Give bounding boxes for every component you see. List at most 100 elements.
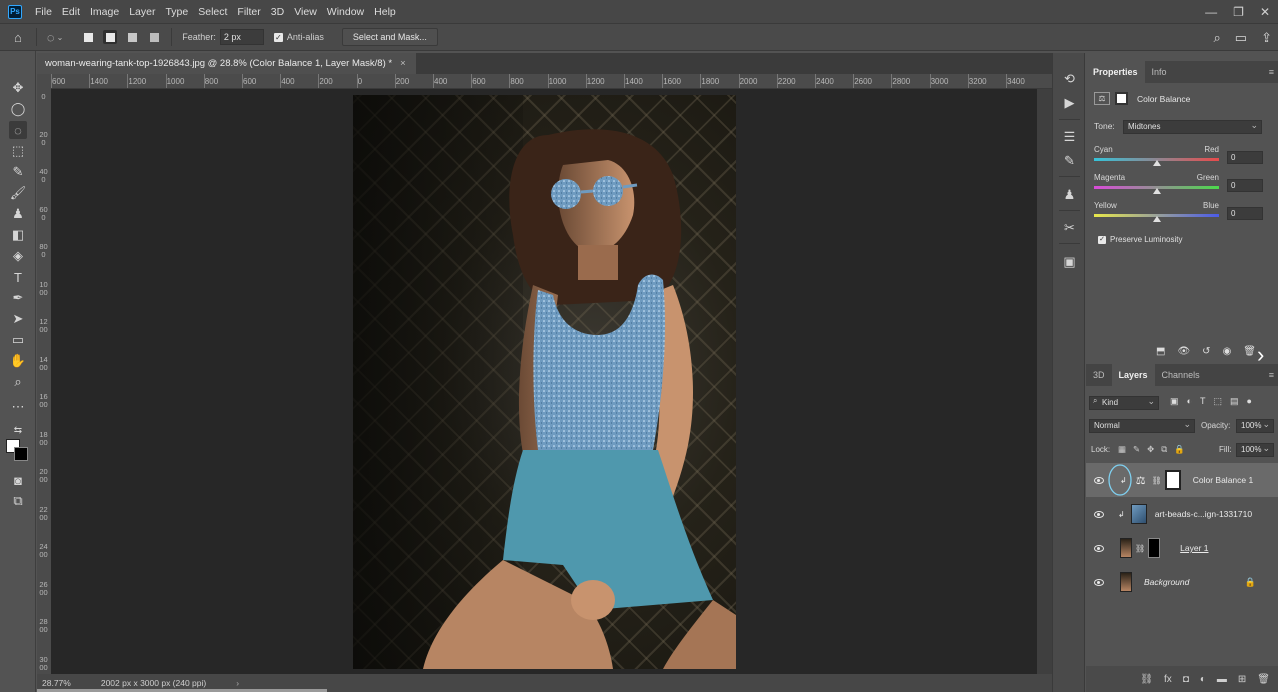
new-group-icon[interactable]: ▬ — [1217, 674, 1227, 685]
eyedropper-tool-icon[interactable]: ✎ — [9, 163, 27, 181]
layer-thumbnail[interactable] — [1130, 504, 1147, 524]
libraries-panel-icon[interactable]: ▣ — [1061, 253, 1078, 270]
layer-name[interactable]: art-beads-c...ign-1331710 — [1155, 509, 1252, 519]
workspace-icon[interactable]: ▭ — [1235, 30, 1247, 46]
adjustment-filter-icon[interactable]: ◐ — [1187, 396, 1192, 407]
intersect-selection-button[interactable] — [147, 30, 161, 44]
cyan-red-slider[interactable]: Cyan Red 0 — [1094, 145, 1272, 173]
yellow-blue-slider[interactable]: Yellow Blue 0 — [1094, 201, 1272, 229]
object-selection-tool-icon[interactable]: ⬚ — [9, 142, 27, 160]
delete-layer-icon[interactable]: 🗑 — [1257, 674, 1270, 685]
chevron-right-icon[interactable]: › — [1257, 344, 1264, 366]
menu-image[interactable]: Image — [85, 6, 124, 18]
chevron-right-icon[interactable]: › — [236, 678, 239, 688]
layer-thumbnail[interactable] — [1120, 538, 1132, 558]
layer-filter-dropdown[interactable]: Kind — [1089, 395, 1159, 410]
clone-source-panel-icon[interactable]: ♟ — [1061, 186, 1078, 203]
lock-all-icon[interactable]: 🔒 — [1174, 444, 1185, 455]
clip-to-layer-icon[interactable]: ⬒ — [1156, 346, 1165, 357]
menu-filter[interactable]: Filter — [232, 6, 265, 18]
restore-button[interactable]: ❐ — [1233, 5, 1244, 19]
layer-row-color-balance[interactable]: ↲ ⚖ ⛓ Color Balance 1 — [1086, 463, 1278, 497]
brushes-panel-icon[interactable]: ✎ — [1061, 152, 1078, 169]
document-info[interactable]: 2002 px x 3000 px (240 ppi) — [101, 678, 206, 688]
link-layers-icon[interactable]: ⛓ — [1140, 674, 1153, 685]
fill-input[interactable]: 100% — [1236, 442, 1274, 457]
eraser-tool-icon[interactable]: ◧ — [9, 226, 27, 244]
screen-mode-icon[interactable]: ⧉ — [9, 492, 27, 510]
panel-menu-icon[interactable]: ≡ — [1269, 370, 1274, 380]
canvas-area[interactable] — [51, 89, 1037, 674]
hand-tool-icon[interactable]: ✋ — [9, 352, 27, 370]
slider-value-input[interactable]: 0 — [1227, 151, 1263, 164]
layer-name[interactable]: Layer 1 — [1180, 543, 1208, 553]
add-mask-icon[interactable]: ◘ — [1183, 674, 1189, 685]
more-tools-icon[interactable]: ⋯ — [9, 398, 27, 416]
type-filter-icon[interactable]: T — [1200, 396, 1206, 407]
menu-layer[interactable]: Layer — [124, 6, 160, 18]
lasso-tool-icon[interactable]: ◌ — [9, 121, 27, 139]
tool-presets-panel-icon[interactable]: ✂ — [1061, 219, 1078, 236]
new-adjustment-icon[interactable]: ◐ — [1200, 674, 1206, 685]
menu-type[interactable]: Type — [160, 6, 193, 18]
link-icon[interactable]: ⛓ — [1152, 476, 1162, 485]
layer-row-background[interactable]: Background 🔒 — [1086, 565, 1278, 599]
filter-toggle-icon[interactable]: ● — [1246, 396, 1251, 407]
lock-position-icon[interactable]: ✥ — [1147, 444, 1154, 455]
delete-icon[interactable]: 🗑 — [1243, 346, 1256, 357]
path-selection-tool-icon[interactable]: ➤ — [9, 310, 27, 328]
menu-help[interactable]: Help — [369, 6, 401, 18]
paint-bucket-tool-icon[interactable]: ◈ — [9, 247, 27, 265]
reset-icon[interactable]: ↺ — [1202, 346, 1210, 357]
document-image[interactable] — [353, 95, 736, 669]
preserve-luminosity-checkbox[interactable]: ✓ — [1098, 235, 1106, 244]
zoom-tool-icon[interactable]: ⌕ — [9, 373, 27, 391]
feather-input[interactable]: 2 px — [219, 29, 264, 45]
visibility-eye-icon[interactable] — [1094, 578, 1104, 586]
new-selection-button[interactable] — [81, 30, 95, 44]
layer-mask-thumbnail[interactable] — [1164, 470, 1181, 490]
zoom-level[interactable]: 28.77% — [42, 678, 71, 688]
close-window-button[interactable]: ✕ — [1260, 5, 1270, 19]
home-icon[interactable]: ⌂ — [14, 30, 22, 45]
menu-3d[interactable]: 3D — [266, 6, 289, 18]
link-icon[interactable]: ⛓ — [1135, 544, 1145, 553]
tab-layers[interactable]: Layers — [1111, 364, 1155, 386]
slider-value-input[interactable]: 0 — [1227, 179, 1263, 192]
adjustments-panel-icon[interactable]: ☰ — [1061, 128, 1078, 145]
layer-name[interactable]: Color Balance 1 — [1193, 475, 1253, 485]
lasso-preset-icon[interactable]: ◌ — [47, 30, 55, 45]
swap-colors-icon[interactable]: ⇆ — [9, 421, 27, 439]
search-icon[interactable]: ⌕ — [1214, 30, 1221, 46]
background-color-swatch[interactable] — [14, 447, 28, 461]
visibility-icon[interactable]: ◉ — [1223, 346, 1232, 357]
ruler-origin[interactable] — [37, 74, 51, 89]
new-layer-icon[interactable]: ⊞ — [1238, 674, 1246, 685]
slider-value-input[interactable]: 0 — [1227, 207, 1263, 220]
layer-row-art-beads[interactable]: ↲ art-beads-c...ign-1331710 — [1086, 497, 1278, 531]
menu-select[interactable]: Select — [193, 6, 232, 18]
vertical-scrollbar[interactable] — [1037, 89, 1052, 674]
opacity-input[interactable]: 100% — [1236, 418, 1274, 433]
history-panel-icon[interactable]: ⟲ — [1061, 70, 1078, 87]
blend-mode-dropdown[interactable]: Normal — [1089, 418, 1195, 433]
horizontal-ruler[interactable]: 600 1400 1200 1000 800 600 400 200 0 200 400 600 800… — [51, 74, 1052, 89]
layer-thumbnail[interactable] — [1120, 572, 1132, 592]
smart-object-filter-icon[interactable]: ▤ — [1230, 396, 1239, 407]
share-icon[interactable]: ⇪ — [1261, 30, 1272, 46]
pixel-filter-icon[interactable]: ▣ — [1170, 396, 1179, 407]
pen-tool-icon[interactable]: ✒ — [9, 289, 27, 307]
type-tool-icon[interactable]: T — [9, 268, 27, 286]
visibility-eye-icon[interactable] — [1094, 544, 1104, 552]
lock-artboard-icon[interactable]: ⧉ — [1161, 444, 1167, 455]
tone-dropdown[interactable]: Midtones — [1123, 119, 1262, 134]
rectangle-tool-icon[interactable]: ▭ — [9, 331, 27, 349]
actions-panel-icon[interactable]: ▶ — [1061, 94, 1078, 111]
stamp-tool-icon[interactable]: ♟ — [9, 205, 27, 223]
select-and-mask-button[interactable]: Select and Mask... — [341, 28, 438, 46]
marquee-tool-icon[interactable]: ◯ — [9, 100, 27, 118]
menu-view[interactable]: View — [289, 6, 322, 18]
tab-channels[interactable]: Channels — [1155, 364, 1207, 386]
subtract-from-selection-button[interactable] — [125, 30, 139, 44]
menu-file[interactable]: File — [30, 6, 57, 18]
